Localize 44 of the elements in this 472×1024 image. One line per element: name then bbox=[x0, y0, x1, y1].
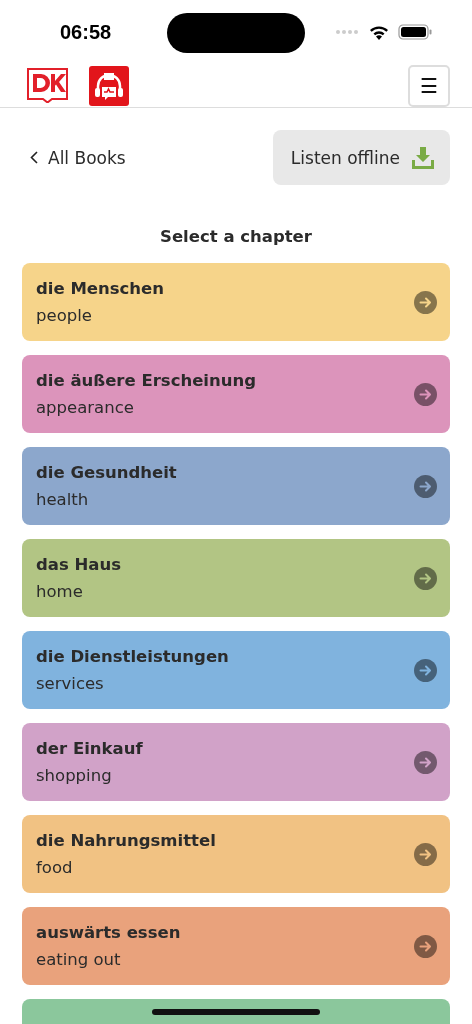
chapter-title: das Haus bbox=[36, 555, 122, 574]
chapter-card[interactable]: die Nahrungsmittel food bbox=[22, 815, 450, 893]
chapter-subtitle: appearance bbox=[36, 398, 135, 417]
chapter-subtitle: services bbox=[36, 674, 105, 693]
headphones-logo-icon bbox=[89, 65, 129, 106]
listen-offline-button[interactable]: Listen offline bbox=[272, 130, 450, 185]
chapter-title: auswärts essen bbox=[36, 923, 181, 942]
chapter-subtitle: shopping bbox=[36, 766, 113, 785]
arrow-right-icon bbox=[414, 750, 437, 774]
chapter-subtitle: food bbox=[36, 858, 74, 877]
chapter-title: die Gesundheit bbox=[36, 463, 177, 482]
book-logo-icon bbox=[27, 68, 68, 103]
section-heading: Select a chapter bbox=[159, 227, 313, 246]
arrow-right-icon bbox=[414, 566, 437, 590]
chapter-title: die äußere Erscheinung bbox=[36, 371, 257, 390]
wifi-icon bbox=[369, 24, 389, 40]
arrow-right-icon bbox=[414, 290, 437, 314]
status-time: 06:58 bbox=[60, 20, 112, 44]
download-icon bbox=[412, 146, 434, 169]
chapter-card[interactable]: die Gesundheit health bbox=[22, 447, 450, 525]
chapter-card[interactable]: die äußere Erscheinung appearance bbox=[22, 355, 450, 433]
chapter-subtitle: health bbox=[36, 490, 90, 509]
menu-button[interactable]: ☰ bbox=[408, 64, 450, 107]
chapter-card[interactable]: das Haus home bbox=[22, 539, 450, 617]
chapter-subtitle: eating out bbox=[36, 950, 122, 969]
chapter-title: die Dienstleistungen bbox=[36, 647, 229, 666]
signal-icon bbox=[336, 30, 360, 34]
chapter-card[interactable]: die Dienstleistungen services bbox=[22, 631, 450, 709]
chapter-card[interactable]: der Einkauf shopping bbox=[22, 723, 450, 801]
chapter-card[interactable]: auswärts essen eating out bbox=[22, 907, 450, 985]
chapter-card[interactable]: die Menschen people bbox=[22, 263, 450, 341]
arrow-right-icon bbox=[414, 934, 437, 958]
chevron-left-icon bbox=[30, 151, 38, 164]
battery-icon bbox=[398, 24, 432, 40]
arrow-right-icon bbox=[414, 382, 437, 406]
chapter-title: der Einkauf bbox=[36, 739, 143, 758]
chapter-subtitle: home bbox=[36, 582, 84, 601]
chapter-title: die Menschen bbox=[36, 279, 165, 298]
arrow-right-icon bbox=[414, 474, 437, 498]
arrow-right-icon bbox=[414, 842, 437, 866]
chapter-subtitle: people bbox=[36, 306, 93, 325]
arrow-right-icon bbox=[414, 658, 437, 682]
back-link[interactable]: All Books bbox=[30, 147, 126, 168]
chapter-title: die Nahrungsmittel bbox=[36, 831, 216, 850]
